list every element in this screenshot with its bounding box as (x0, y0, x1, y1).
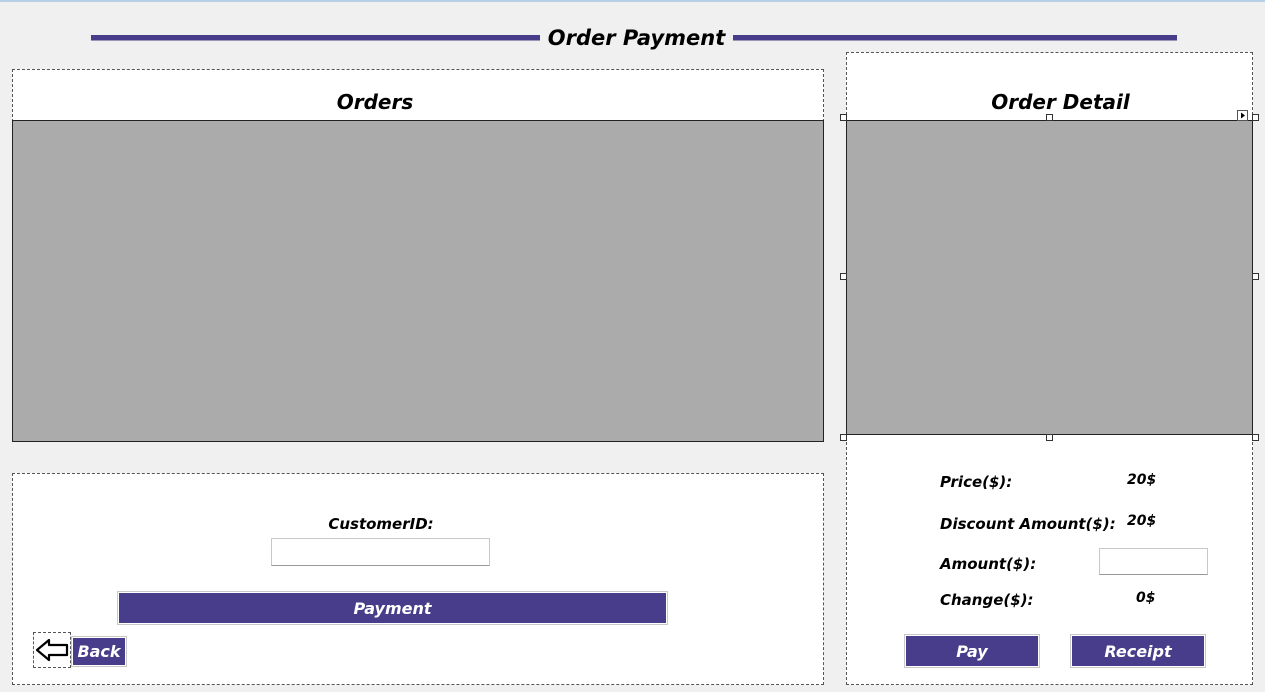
page-title: Order Payment (547, 26, 726, 50)
title-rule-left (91, 35, 540, 41)
selection-handle[interactable] (840, 434, 847, 441)
selection-handle[interactable] (1252, 434, 1259, 441)
change-label: Change($): (940, 591, 1034, 609)
title-rule-right (733, 35, 1177, 41)
discount-value: 20$ (1127, 513, 1157, 529)
price-value: 20$ (1127, 472, 1157, 488)
customer-panel: CustomerID: Payment Back (12, 473, 824, 685)
price-label: Price($): (940, 473, 1013, 491)
selection-handle[interactable] (1252, 273, 1259, 280)
selection-handle[interactable] (1252, 114, 1259, 121)
orders-title: Orders (336, 90, 414, 114)
arrow-left-icon (35, 638, 69, 662)
order-detail-title: Order Detail (991, 90, 1130, 114)
amount-input[interactable] (1099, 548, 1208, 575)
selection-handle[interactable] (1046, 114, 1053, 121)
order-detail-grid[interactable] (846, 120, 1253, 435)
selection-handle[interactable] (840, 273, 847, 280)
selection-handle[interactable] (1046, 434, 1053, 441)
back-button[interactable]: Back (71, 636, 127, 667)
smart-tag-icon[interactable] (1237, 110, 1248, 121)
payment-button[interactable]: Payment (117, 591, 668, 625)
discount-label: Discount Amount($): (940, 515, 1116, 533)
amount-label: Amount($): (940, 555, 1037, 573)
change-value: 0$ (1136, 590, 1156, 606)
back-icon-button[interactable] (33, 632, 71, 668)
selection-handle[interactable] (840, 114, 847, 121)
orders-grid[interactable] (12, 120, 824, 442)
pay-button[interactable]: Pay (904, 634, 1040, 668)
customer-id-input[interactable] (271, 538, 490, 566)
customer-id-label: CustomerID: (328, 515, 434, 533)
receipt-button[interactable]: Receipt (1070, 634, 1206, 668)
